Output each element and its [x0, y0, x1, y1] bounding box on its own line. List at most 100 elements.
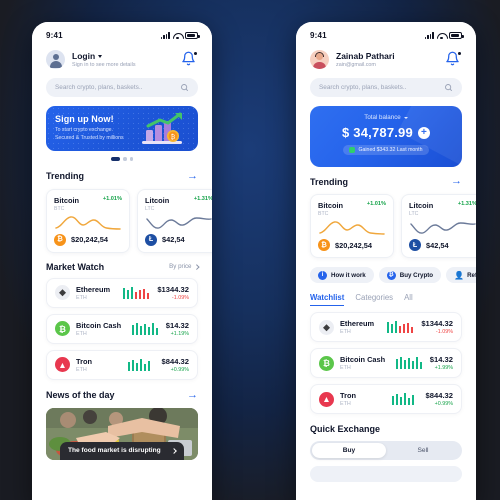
table-row[interactable]: ▲ Tron ETH $844.32 +0.99%	[46, 349, 198, 380]
trending-card-top: Bitcoin BTC +1.01%	[54, 196, 122, 212]
carousel-dots[interactable]	[32, 157, 212, 161]
ethereum-coin-icon: ◆	[319, 319, 334, 335]
chevron-right-icon	[171, 448, 177, 455]
buy-crypto-chip[interactable]: ₿ Buy Crypto	[378, 267, 442, 283]
table-row[interactable]: ₿ Bitcoin Cash ETH $14.32 +1.19%	[46, 313, 198, 344]
trending-coin-name: Litcoin	[409, 201, 434, 210]
table-row[interactable]: ₿ Bitcoin Cash ETH $14.32 +1.99%	[310, 348, 462, 378]
search-icon	[180, 83, 189, 92]
news-headline-bar[interactable]: The food market is disrupting	[60, 442, 184, 460]
table-row[interactable]: ◆ Ethereum ETH $1344.32 -1.09%	[310, 312, 462, 342]
candlestick-chart	[121, 285, 151, 301]
candlestick-chart	[126, 357, 156, 373]
add-funds-button[interactable]: +	[417, 126, 430, 139]
trending-coin-price: $20,242,54	[335, 240, 372, 250]
chevron-down-icon	[403, 116, 408, 119]
coin-price: $1344.32	[421, 319, 453, 328]
notification-badge	[193, 51, 198, 56]
tab-all[interactable]: All	[404, 293, 413, 306]
balance-amount-row: $ 34,787.99 +	[320, 125, 452, 140]
app-screen-logged-out: 9:41 Login Sign in to see more details S…	[32, 22, 212, 500]
news-section-header: News of the day →	[46, 389, 198, 401]
trending-card-top: Litcoin LTC +1.31%	[409, 201, 476, 217]
gain-text: Gained $343.32 Last month	[358, 147, 423, 153]
total-balance-card[interactable]: Total balance $ 34,787.99 + Gained $343.…	[310, 106, 462, 167]
signal-icon	[160, 32, 170, 39]
table-row[interactable]: ▲ Tron ETH $844.32 +0.99%	[310, 384, 462, 414]
news-headline: The food market is disrupting	[68, 447, 161, 455]
svg-text:₿: ₿	[171, 134, 176, 141]
trending-coin-symbol: LTC	[409, 211, 419, 217]
login-dropdown[interactable]: Login	[72, 51, 174, 61]
battery-icon	[185, 32, 200, 39]
search-placeholder: Search crypto, plans, baskets..	[319, 84, 407, 91]
phone-mockup-logged-in: 9:41 Zainab Pathari zain@gmail.com Searc…	[296, 22, 476, 500]
trending-card[interactable]: Litcoin LTC +1.31% Ł $42,54	[401, 194, 476, 258]
user-avatar-icon[interactable]	[46, 50, 65, 69]
litecoin-coin-icon: Ł	[409, 239, 421, 251]
news-arrow-icon[interactable]: →	[187, 389, 198, 401]
chip-label: Buy Crypto	[399, 271, 434, 279]
tab-categories[interactable]: Categories	[355, 293, 393, 306]
chip-label: Refer a f	[467, 271, 476, 279]
quick-exchange-header: Quick Exchange	[310, 424, 462, 434]
trending-card[interactable]: Litcoin LTC +1.31% Ł $42,54	[137, 188, 212, 253]
app-header: Zainab Pathari zain@gmail.com	[296, 44, 476, 71]
header-text-group: Login Sign in to see more details	[72, 51, 174, 68]
user-name-row[interactable]: Zainab Pathari	[336, 51, 438, 61]
status-time: 9:41	[310, 31, 327, 40]
bell-notification-icon[interactable]	[181, 51, 198, 68]
trending-coin-price: $20,242,54	[71, 235, 108, 244]
trending-coin-symbol: BTC	[54, 205, 65, 212]
coin-price: $1344.32	[157, 284, 189, 294]
trending-cards[interactable]: Bitcoin BTC +1.01% ₿ $20,242,54 Litcoin …	[310, 194, 476, 258]
tab-watchlist[interactable]: Watchlist	[310, 293, 345, 306]
balance-label-row[interactable]: Total balance	[320, 114, 452, 121]
header-subtitle: Sign in to see more details	[72, 62, 136, 68]
signup-promo-banner[interactable]: Sign up Now! To start crypto exchange. Se…	[46, 106, 198, 151]
trending-coin-name: Bitcoin	[54, 195, 80, 205]
bell-notification-icon[interactable]	[445, 51, 462, 68]
market-watch-list: ◆ Ethereum ETH $1344.32 -1.09% ₿ Bitcoin…	[46, 277, 198, 380]
table-row[interactable]: ◆ Ethereum ETH $1344.32 -1.09%	[46, 277, 198, 308]
sparkline-chart	[409, 219, 476, 236]
how-it-works-chip[interactable]: i How it work	[310, 267, 374, 283]
trending-cards[interactable]: Bitcoin BTC +1.01% ₿ $20,242,54 Litcoin …	[46, 188, 212, 253]
search-input[interactable]: Search crypto, plans, baskets..	[310, 78, 462, 97]
buy-button[interactable]: Buy	[312, 443, 386, 458]
user-photo-avatar[interactable]	[310, 50, 329, 69]
search-input[interactable]: Search crypto, plans, baskets..	[46, 78, 198, 97]
coin-change: +0.99%	[170, 366, 189, 373]
sparkline-chart	[318, 219, 386, 236]
trending-card-bottom: ₿ $20,242,54	[318, 239, 386, 251]
trending-card[interactable]: Bitcoin BTC +1.01% ₿ $20,242,54	[46, 188, 130, 253]
trending-card-bottom: Ł $42,54	[409, 239, 476, 251]
sort-by-price-button[interactable]: By price	[169, 263, 199, 270]
row-values: $1344.32 -1.09%	[421, 319, 453, 335]
coin-name: Bitcoin Cash	[340, 355, 386, 364]
chevron-right-icon	[193, 264, 199, 269]
tron-coin-icon: ▲	[319, 391, 334, 407]
balance-label: Total balance	[364, 114, 401, 121]
row-values: $844.32 +0.99%	[426, 391, 453, 407]
coin-change: +0.99%	[434, 401, 453, 407]
quick-action-chips[interactable]: i How it work ₿ Buy Crypto 👤 Refer a f	[310, 267, 476, 283]
candlestick-chart	[130, 321, 160, 337]
sell-button[interactable]: Sell	[386, 443, 460, 458]
search-icon	[444, 83, 453, 92]
trending-coin-name: Bitcoin	[318, 201, 344, 210]
refer-a-friend-chip[interactable]: 👤 Refer a f	[446, 267, 476, 283]
battery-icon	[449, 32, 464, 39]
trending-coin-symbol: BTC	[318, 211, 329, 217]
news-image[interactable]: The food market is disrupting	[46, 407, 198, 460]
trending-arrow-icon[interactable]: →	[187, 170, 198, 182]
trending-arrow-icon[interactable]: →	[451, 176, 462, 187]
trending-card[interactable]: Bitcoin BTC +1.01% ₿ $20,242,54	[310, 194, 394, 258]
buy-sell-toggle[interactable]: Buy Sell	[310, 441, 462, 460]
coin-price: $14.32	[429, 355, 453, 364]
watchlist-tabs[interactable]: Watchlist Categories All	[310, 293, 462, 306]
exchange-amount-field[interactable]	[310, 466, 462, 482]
bitcoin-cash-coin-icon: ₿	[319, 355, 334, 371]
candlestick-chart	[385, 319, 415, 335]
balance-amount: $ 34,787.99	[342, 125, 413, 140]
